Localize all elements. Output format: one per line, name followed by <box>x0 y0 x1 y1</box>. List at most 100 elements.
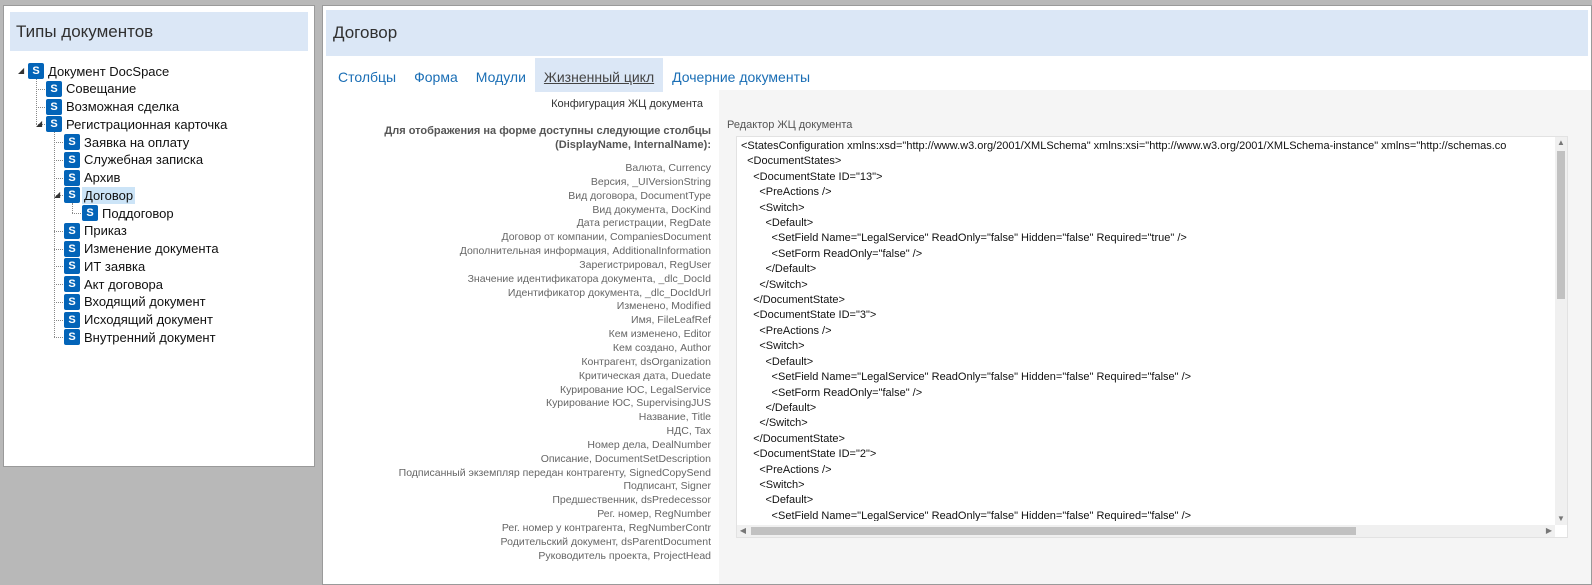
tree-connector <box>54 266 63 268</box>
tree-node[interactable]: S Акт договора <box>64 275 165 293</box>
scroll-down-icon[interactable]: ▼ <box>1555 513 1567 525</box>
column-item: Контрагент, dsOrganization <box>581 355 711 368</box>
column-item: Подписант, Signer <box>623 480 711 493</box>
horizontal-scrollbar[interactable]: ◀ ▶ <box>737 525 1555 537</box>
column-item: Курирование ЮС, LegalService <box>560 383 711 396</box>
column-item: Имя, FileLeafRef <box>631 314 711 327</box>
document-type-title: Договор <box>326 10 1588 56</box>
column-item: Рег. номер у контрагента, RegNumberContr <box>501 521 711 534</box>
tree-connector <box>54 230 63 232</box>
lifecycle-config-title: Конфигурация ЖЦ документа <box>551 98 703 110</box>
tree-node-label: Исходящий документ <box>84 312 213 327</box>
sharepoint-icon: S <box>64 311 83 328</box>
tree-node[interactable]: S Совещание <box>46 80 138 98</box>
column-item: Зарегистрировал, RegUser <box>579 258 711 271</box>
available-columns-list: Валюта, Currency Версия, _UIVersionString… <box>329 162 711 563</box>
scroll-right-icon[interactable]: ▶ <box>1543 525 1555 537</box>
scroll-up-icon[interactable]: ▲ <box>1555 137 1567 149</box>
tree-node-label: Архив <box>84 170 121 185</box>
tree-connector <box>54 142 63 143</box>
sharepoint-icon: S <box>28 63 47 79</box>
column-item: Руководитель проекта, ProjectHead <box>538 549 711 562</box>
collapse-arrow-icon[interactable]: ◢ <box>18 66 24 75</box>
tree-node-label: Регистрационная карточка <box>66 116 228 132</box>
tree-node-label: Поддоговор <box>102 205 174 221</box>
tree-node[interactable]: S Регистрационная карточка <box>46 115 229 133</box>
tree-node[interactable]: S Изменение документа <box>64 240 221 258</box>
sharepoint-icon: S <box>46 80 65 97</box>
lifecycle-editor-area: Редактор ЖЦ документа <StatesConfigurati… <box>719 90 1591 584</box>
tree-connector <box>54 284 63 285</box>
tree-node[interactable]: S Служебная записка <box>64 151 205 169</box>
sharepoint-icon: S <box>64 258 83 275</box>
tree-node[interactable]: S Поддоговор <box>82 204 176 222</box>
scroll-left-icon[interactable]: ◀ <box>737 525 749 537</box>
column-item: Валюта, Currency <box>625 162 711 174</box>
column-item: Предшественник, dsPredecessor <box>552 494 711 507</box>
tree-connector <box>54 337 63 339</box>
tab-columns[interactable]: Столбцы <box>329 58 405 92</box>
tree-node-label: Изменение документа <box>84 241 219 256</box>
document-type-details-panel: Договор Столбцы Форма Модули Жизненный ц… <box>322 5 1592 585</box>
sharepoint-icon: S <box>64 134 83 150</box>
tree-node-label: Заявка на оплату <box>84 134 190 150</box>
column-item: Описание, DocumentSetDescription <box>540 452 711 465</box>
sharepoint-icon: S <box>46 98 65 115</box>
lifecycle-editor-title: Редактор ЖЦ документа <box>727 119 853 131</box>
tree-node[interactable]: S Документ DocSpace <box>28 62 171 80</box>
column-item: Изменено, Modified <box>616 300 711 313</box>
column-item: Значение идентификатора документа, _dlc_… <box>467 272 711 285</box>
vertical-scrollbar[interactable]: ▲ ▼ <box>1555 137 1567 525</box>
tree-node[interactable]: S Приказ <box>64 222 129 240</box>
column-item: Рег. номер, RegNumber <box>597 508 711 521</box>
sharepoint-icon: S <box>64 151 83 168</box>
tree-node[interactable]: S Входящий документ <box>64 293 208 311</box>
sharepoint-icon: S <box>46 116 65 133</box>
tree-connector <box>72 203 73 213</box>
column-item: Название, Title <box>638 411 711 424</box>
tree-connector <box>54 132 55 338</box>
vertical-scroll-thumb[interactable] <box>1557 151 1565 299</box>
tree-node[interactable]: S Заявка на оплату <box>64 133 191 151</box>
available-columns-note: Для отображения на форме доступны следую… <box>384 125 711 151</box>
document-types-title: Типы документов <box>10 12 308 51</box>
column-item: Вид договора, DocumentType <box>568 189 711 202</box>
column-item: Идентификатор документа, _dlc_DocIdUrl <box>507 286 711 299</box>
tree-node[interactable]: S Возможная сделка <box>46 98 181 116</box>
document-types-panel: Типы документов S Документ DocSpace ◢ S Сове… <box>3 5 315 467</box>
column-item: Договор от компании, CompaniesDocument <box>501 231 711 244</box>
lifecycle-xml-editor[interactable]: <StatesConfiguration xmlns:xsd="http://w… <box>736 136 1568 538</box>
sharepoint-icon: S <box>64 222 83 239</box>
column-item: Подписанный экземпляр передан контрагент… <box>398 466 711 479</box>
column-item: Критическая дата, Duedate <box>578 369 711 382</box>
tab-modules[interactable]: Модули <box>467 58 535 92</box>
tree-node[interactable]: S Исходящий документ <box>64 311 215 329</box>
column-item: Кем создано, Author <box>612 341 711 354</box>
tree-node-label: Приказ <box>84 223 127 239</box>
sharepoint-icon: S <box>64 169 83 186</box>
tree-node[interactable]: S Внутренний документ <box>64 328 218 346</box>
tree-node-label: Внутренний документ <box>84 329 216 345</box>
tree-node-label: Акт договора <box>84 276 164 292</box>
tree-node[interactable]: S ИТ заявка <box>64 257 147 275</box>
tab-lifecycle[interactable]: Жизненный цикл <box>534 58 664 92</box>
tree-connector <box>54 248 63 250</box>
tree-node-label: Совещание <box>66 81 137 97</box>
column-item: НДС, Tax <box>666 425 711 438</box>
column-item: Родительский документ, dsParentDocument <box>500 535 711 548</box>
tab-child-documents[interactable]: Дочерние документы <box>663 58 819 92</box>
xml-editor-text[interactable]: <StatesConfiguration xmlns:xsd="http://w… <box>741 139 1553 521</box>
tree-node-label: ИТ заявка <box>84 258 146 274</box>
tree-node[interactable]: S Архив <box>64 169 122 187</box>
column-item: Кем изменено, Editor <box>608 328 711 341</box>
tree-connector <box>72 213 81 214</box>
tree-node[interactable]: S Договор <box>64 186 136 204</box>
column-item: Версия, _UIVersionString <box>590 175 711 188</box>
sharepoint-icon: S <box>82 205 101 221</box>
tree-connector <box>36 106 45 108</box>
column-item: Номер дела, DealNumber <box>587 438 711 451</box>
horizontal-scroll-thumb[interactable] <box>751 527 1356 535</box>
tree-connector <box>54 301 63 303</box>
tab-form[interactable]: Форма <box>405 58 467 92</box>
tree-node-label: Возможная сделка <box>66 99 180 114</box>
